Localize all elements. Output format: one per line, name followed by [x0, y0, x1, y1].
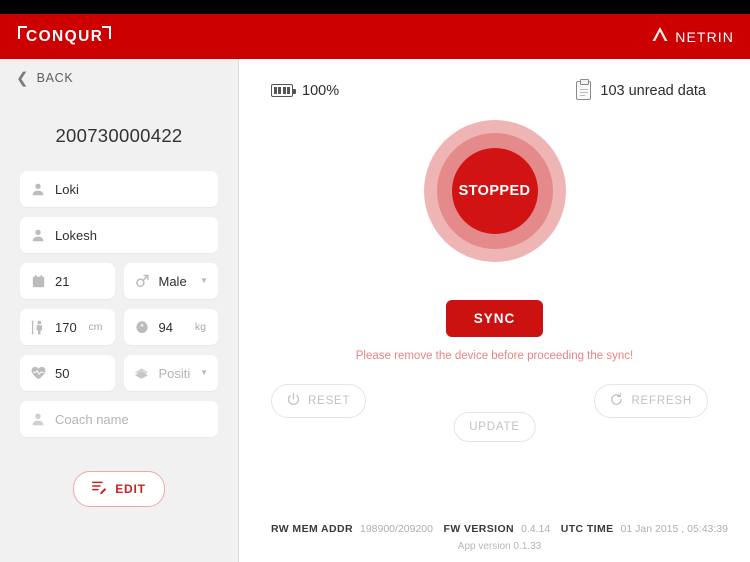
unread-data-label: 103 unread data: [600, 82, 706, 99]
rw-mem-addr-value: 198900/209200: [359, 523, 433, 535]
age-gender-row: 21 Male ▼: [20, 263, 218, 299]
fw-version-info: FW VERSION 0.4.14: [444, 523, 551, 535]
weight-field[interactable]: 94 kg: [123, 309, 218, 345]
calendar-icon: [30, 273, 46, 289]
reset-button[interactable]: RESET: [271, 384, 367, 418]
conqur-logo-text: CONQUR: [26, 27, 104, 45]
sync-button[interactable]: SYNC: [445, 300, 544, 337]
conqur-logo: CONQUR: [18, 25, 112, 49]
application-window: CONQUR NETRIN ❮ BACK 200730000422 Loki L…: [0, 0, 750, 562]
gender-select[interactable]: Male ▼: [123, 263, 218, 299]
back-button[interactable]: ❮ BACK: [12, 59, 218, 97]
device-info-row: RW MEM ADDR 198900/209200 FW VERSION 0.4…: [271, 523, 728, 535]
device-actions-row: RESET UPDATE REFRESH: [261, 384, 728, 442]
device-status-strip: [0, 0, 750, 14]
rw-mem-addr-info: RW MEM ADDR 198900/209200: [271, 523, 433, 535]
height-field[interactable]: 170 cm: [20, 309, 115, 345]
edit-pencil-icon: [92, 480, 107, 498]
weight-unit: kg: [194, 321, 206, 333]
user-icon: [30, 411, 46, 427]
netrin-logo: NETRIN: [651, 26, 734, 47]
height-icon: [30, 319, 46, 335]
height-value: 170: [55, 319, 77, 335]
coach-name-field[interactable]: Coach name: [20, 401, 218, 437]
sync-button-container: SYNC: [261, 300, 728, 337]
male-icon: [134, 273, 150, 289]
last-name-value: Lokesh: [55, 227, 97, 243]
netrin-mountain-icon: [651, 26, 669, 47]
position-icon: [134, 365, 150, 381]
fw-version-label: FW VERSION: [443, 523, 515, 535]
heart-rate-field[interactable]: 50: [20, 355, 115, 391]
status-ring-middle: STOPPED: [436, 133, 553, 249]
sync-warning-message: Please remove the device before proceedi…: [355, 350, 634, 362]
fw-version-value: 0.4.14: [521, 523, 551, 535]
position-select[interactable]: Position ▼: [123, 355, 218, 391]
hr-position-row: 50 Position ▼: [20, 355, 218, 391]
clipboard-icon: [576, 79, 592, 100]
status-ring-outer: STOPPED: [423, 120, 566, 262]
device-id: 200730000422: [55, 125, 183, 146]
first-name-value: Loki: [55, 181, 79, 197]
status-indicator-container: STOPPED: [261, 120, 728, 262]
chevron-down-icon: ▼: [200, 368, 208, 377]
coach-name-value: Coach name: [55, 411, 129, 427]
main-panel: 100% 103 unread data STOPPED SYNC Please…: [239, 59, 750, 562]
chevron-left-icon: ❮: [16, 69, 29, 87]
battery-status: 100%: [271, 83, 339, 99]
weight-icon: [134, 319, 150, 335]
user-icon: [30, 181, 46, 197]
device-stats-row: 100% 103 unread data: [261, 59, 728, 100]
netrin-logo-text: NETRIN: [675, 28, 734, 45]
refresh-button-label: REFRESH: [631, 395, 692, 407]
back-button-label: BACK: [36, 71, 74, 85]
refresh-button[interactable]: REFRESH: [594, 384, 708, 418]
utc-time-label: UTC TIME: [560, 523, 614, 535]
status-indicator-button[interactable]: STOPPED: [451, 148, 538, 234]
update-button-label: UPDATE: [469, 421, 520, 433]
reset-button-label: RESET: [308, 395, 351, 407]
edit-button-container: EDIT: [20, 471, 218, 507]
weight-value: 94: [158, 319, 173, 335]
app-body: ❮ BACK 200730000422 Loki Lokesh 21 Male …: [0, 59, 750, 562]
device-info-footer: RW MEM ADDR 198900/209200 FW VERSION 0.4…: [239, 523, 750, 552]
battery-icon: [271, 84, 296, 97]
age-field[interactable]: 21: [20, 263, 115, 299]
rw-mem-addr-label: RW MEM ADDR: [271, 523, 353, 535]
last-name-field[interactable]: Lokesh: [20, 217, 218, 253]
app-version-label: App version 0.1.33: [457, 541, 542, 552]
gender-value: Male: [158, 273, 187, 289]
unread-data-status: 103 unread data: [576, 79, 706, 100]
status-label: STOPPED: [458, 183, 531, 199]
battery-percent-label: 100%: [302, 82, 340, 99]
app-header: CONQUR NETRIN: [0, 14, 750, 59]
edit-button-label: EDIT: [115, 482, 146, 496]
utc-time-info: UTC TIME 01 Jan 2015 , 05:43:39: [561, 523, 728, 535]
heart-rate-value: 50: [55, 365, 70, 381]
power-icon: [287, 393, 300, 409]
position-value: Position: [158, 365, 192, 381]
update-button[interactable]: UPDATE: [453, 412, 536, 442]
height-weight-row: 170 cm 94 kg: [20, 309, 218, 345]
sidebar-panel: ❮ BACK 200730000422 Loki Lokesh 21 Male …: [0, 59, 239, 562]
age-value: 21: [55, 273, 70, 289]
refresh-icon: [610, 392, 623, 409]
edit-button[interactable]: EDIT: [73, 471, 165, 507]
first-name-field[interactable]: Loki: [20, 171, 218, 207]
chevron-down-icon: ▼: [200, 276, 208, 285]
heart-pulse-icon: [30, 365, 46, 381]
utc-time-value: 01 Jan 2015 , 05:43:39: [620, 523, 728, 535]
height-unit: cm: [88, 321, 103, 333]
user-icon: [30, 227, 46, 243]
